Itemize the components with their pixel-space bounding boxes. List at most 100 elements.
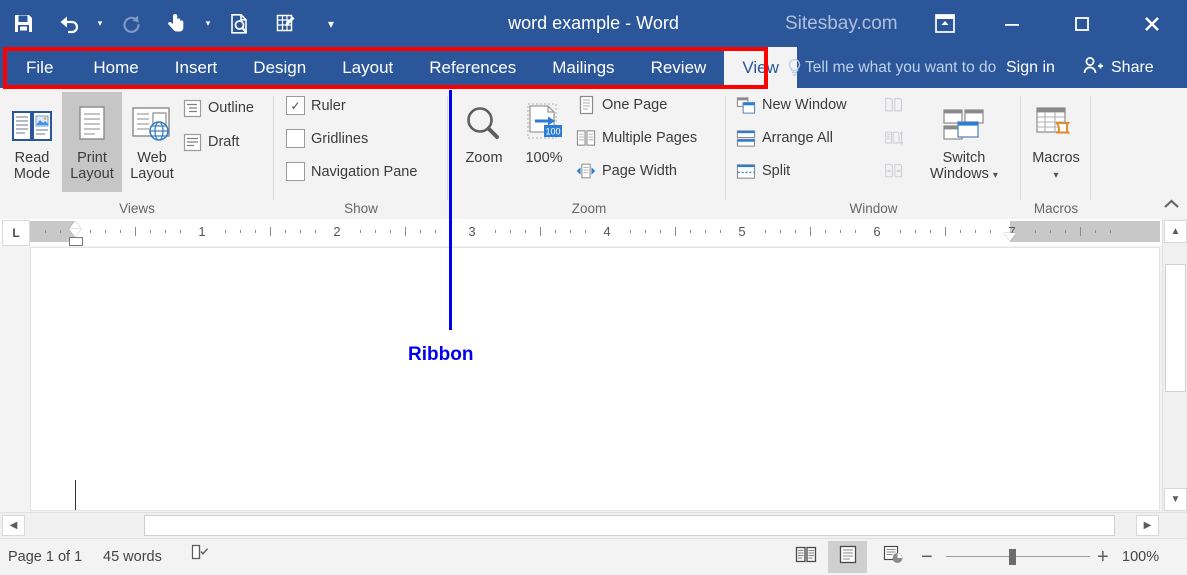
vertical-scrollbar[interactable]: ▲ ▼ — [1162, 219, 1187, 512]
outline-view-icon — [182, 98, 202, 118]
print-preview-icon[interactable] — [216, 0, 262, 47]
touch-mode-dropdown-caret-icon[interactable]: ▾ — [200, 0, 216, 47]
horizontal-scroll-thumb[interactable] — [144, 515, 1115, 536]
checkbox-gridlines[interactable] — [286, 129, 305, 148]
document-page[interactable] — [30, 247, 1160, 511]
tab-layout[interactable]: Layout — [324, 47, 411, 88]
close-button[interactable] — [1128, 0, 1175, 47]
outline-view-button[interactable]: Outline — [182, 98, 254, 118]
gridlines-checkbox[interactable]: Gridlines — [286, 129, 368, 148]
draft-view-label: Draft — [208, 134, 240, 150]
one-page-icon — [576, 95, 596, 115]
zoom-in-button[interactable]: + — [1097, 539, 1109, 575]
print-layout-view-icon — [837, 545, 859, 569]
proofing-errors-icon — [190, 539, 210, 575]
brand-watermark: Sitesbay.com — [785, 13, 898, 34]
horizontal-scrollbar[interactable]: ◀ ▶ — [0, 512, 1187, 538]
checkbox-navigation-pane[interactable] — [286, 162, 305, 181]
view-side-by-side-button — [884, 95, 904, 115]
navigation-pane-checkbox[interactable]: Navigation Pane — [286, 162, 417, 181]
tab-mailings[interactable]: Mailings — [534, 47, 632, 88]
hanging-indent-marker[interactable] — [69, 229, 81, 237]
share-label: Share — [1111, 58, 1154, 76]
one-page-button[interactable]: One Page — [576, 95, 667, 115]
zoom-slider[interactable]: − + — [916, 539, 1116, 575]
save-icon[interactable] — [0, 0, 46, 47]
tab-references[interactable]: References — [411, 47, 534, 88]
zoom-100-button[interactable]: 100 100% — [514, 92, 574, 192]
ribbon-tab-bar: File Home Insert Design Layout Reference… — [0, 47, 1187, 88]
macros-button[interactable]: Macros ▾ — [1026, 92, 1086, 192]
tab-design[interactable]: Design — [235, 47, 324, 88]
tab-file[interactable]: File — [0, 47, 75, 88]
tell-me-search[interactable]: Tell me what you want to do — [783, 47, 998, 88]
zoom-label: Zoom — [465, 150, 503, 166]
read-mode-button[interactable]: Read Mode — [2, 92, 62, 192]
checkbox-ruler[interactable]: ✓ — [286, 96, 305, 115]
ribbon-group-show: ✓ Ruler Gridlines Navigation Pane Show — [274, 88, 448, 219]
quick-access-toolbar: ▾ ▾ ▾ — [0, 0, 354, 47]
document-area[interactable] — [0, 246, 1187, 512]
zoom-100-percent-icon: 100 — [522, 92, 566, 146]
print-layout-view-button[interactable] — [828, 541, 867, 573]
web-layout-view-button[interactable] — [873, 541, 912, 573]
tell-me-placeholder: Tell me what you want to do — [805, 58, 997, 76]
zoom-100-label: 100% — [525, 150, 563, 166]
scroll-up-arrow-icon[interactable]: ▲ — [1164, 220, 1187, 243]
new-window-icon — [736, 95, 756, 115]
draft-view-button[interactable]: Draft — [182, 132, 239, 152]
share-button[interactable]: Share — [1072, 47, 1164, 88]
proofing-errors-button[interactable] — [190, 539, 210, 575]
group-label-zoom: Zoom — [571, 201, 607, 216]
share-person-icon — [1082, 55, 1104, 81]
read-mode-view-button[interactable] — [786, 541, 825, 573]
collapse-ribbon-button[interactable] — [1162, 198, 1181, 215]
scroll-right-arrow-icon[interactable]: ▶ — [1136, 515, 1159, 536]
left-indent-marker[interactable] — [69, 237, 83, 246]
web-layout-button[interactable]: Web Layout — [122, 92, 182, 192]
switch-windows-button[interactable]: Switch Windows ▾ — [926, 92, 1002, 192]
tab-home[interactable]: Home — [75, 47, 156, 88]
customize-quick-access-toolbar-icon[interactable]: ▾ — [308, 0, 354, 47]
right-indent-marker[interactable] — [1004, 233, 1016, 241]
multiple-pages-button[interactable]: Multiple Pages — [576, 128, 697, 148]
zoom-out-button[interactable]: − — [921, 539, 933, 575]
draw-table-icon[interactable] — [262, 0, 308, 47]
new-window-button[interactable]: New Window — [736, 95, 847, 115]
tab-insert[interactable]: Insert — [157, 47, 236, 88]
tab-review[interactable]: Review — [633, 47, 725, 88]
page-number-status[interactable]: Page 1 of 1 — [8, 539, 82, 575]
zoom-slider-track[interactable] — [946, 556, 1090, 557]
redo-icon[interactable] — [108, 0, 154, 47]
zoom-level-status[interactable]: 100% — [1122, 539, 1159, 575]
ruler-number-4: 4 — [603, 224, 611, 239]
undo-icon[interactable] — [46, 0, 92, 47]
first-line-indent-marker[interactable] — [69, 221, 81, 229]
tab-stop-selector[interactable]: L — [2, 220, 30, 246]
zoom-button[interactable]: Zoom — [454, 92, 514, 192]
page-width-button[interactable]: Page Width — [576, 161, 677, 181]
macros-label: Macros — [1032, 150, 1080, 166]
arrange-all-button[interactable]: Arrange All — [736, 128, 833, 148]
group-separator — [1090, 96, 1091, 200]
horizontal-ruler[interactable]: L 1 2 3 4 5 6 7 — [0, 219, 1187, 247]
ruler-number-5: 5 — [738, 224, 746, 239]
minimize-button[interactable] — [988, 0, 1035, 47]
maximize-button[interactable] — [1058, 0, 1105, 47]
zoom-slider-handle[interactable] — [1009, 549, 1016, 565]
ribbon-display-options-icon[interactable] — [932, 11, 958, 36]
word-count-status[interactable]: 45 words — [103, 539, 162, 575]
undo-dropdown-caret-icon[interactable]: ▾ — [92, 0, 108, 47]
sign-in-button[interactable]: Sign in — [1000, 47, 1061, 88]
print-layout-icon — [73, 92, 111, 146]
vertical-scroll-thumb[interactable] — [1165, 264, 1186, 392]
scroll-down-arrow-icon[interactable]: ▼ — [1164, 488, 1187, 511]
touch-mouse-mode-icon[interactable] — [154, 0, 200, 47]
macros-dropdown-caret-icon: ▾ — [1053, 170, 1059, 181]
scroll-left-arrow-icon[interactable]: ◀ — [2, 515, 25, 536]
split-button[interactable]: Split — [736, 161, 790, 181]
split-label: Split — [762, 163, 791, 179]
multiple-pages-label: Multiple Pages — [602, 130, 698, 146]
ruler-checkbox[interactable]: ✓ Ruler — [286, 96, 346, 115]
print-layout-button[interactable]: Print Layout — [62, 92, 122, 192]
